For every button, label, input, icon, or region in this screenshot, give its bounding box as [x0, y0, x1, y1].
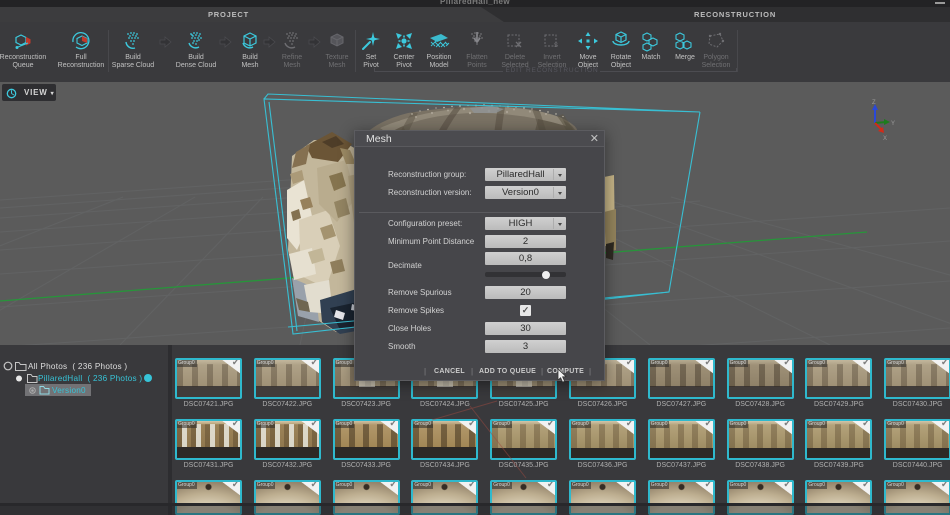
svg-text:Y: Y — [891, 121, 895, 127]
svg-text:Z: Z — [872, 100, 876, 106]
svg-text:X: X — [883, 136, 887, 142]
